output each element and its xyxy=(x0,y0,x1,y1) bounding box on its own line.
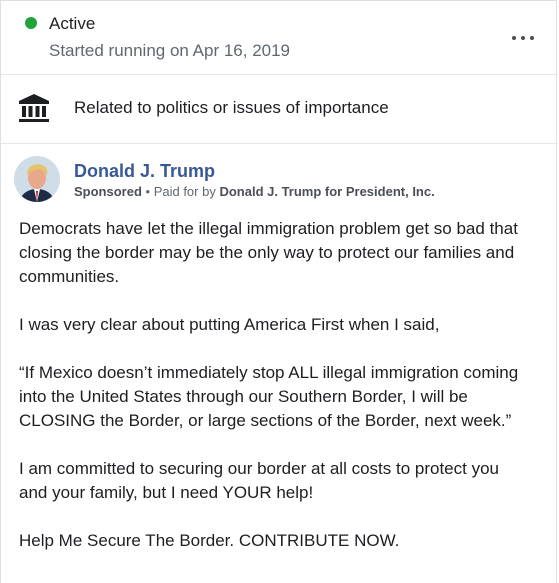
bank-building-icon xyxy=(19,94,49,122)
ad-category-label: Related to politics or issues of importa… xyxy=(74,98,389,117)
payer-name: Donald J. Trump for President, Inc. xyxy=(219,184,435,199)
advertiser-avatar[interactable] xyxy=(14,156,60,202)
ad-body-text: Democrats have let the illegal immigrati… xyxy=(19,217,554,553)
ad-body-line: into the United States through our South… xyxy=(19,387,468,406)
ad-body-line: Democrats have let the illegal immigrati… xyxy=(19,219,518,238)
advertiser-name-link[interactable]: Donald J. Trump xyxy=(74,161,215,182)
paid-for-prefix: Paid for by xyxy=(153,184,220,199)
sponsor-line: Sponsored • Paid for by Donald J. Trump … xyxy=(74,184,435,199)
ad-status-section: Active Started running on Apr 16, 2019 xyxy=(1,1,558,75)
ad-body-line: Help Me Secure The Border. CONTRIBUTE NO… xyxy=(19,531,400,550)
more-options-icon[interactable] xyxy=(512,30,534,46)
separator-dot: • xyxy=(141,184,154,199)
more-dot xyxy=(530,36,534,40)
advertiser-profile-photo xyxy=(14,156,60,202)
ad-body-line: I am committed to securing our border at… xyxy=(19,459,499,478)
ad-body-line: communities. xyxy=(19,267,120,286)
ad-body-line: and your family, but I need YOUR help! xyxy=(19,483,314,502)
more-dot xyxy=(512,36,516,40)
ad-body-line: I was very clear about putting America F… xyxy=(19,315,440,334)
sponsored-label: Sponsored xyxy=(74,184,142,199)
status-label: Active xyxy=(49,14,96,33)
active-status-dot-icon xyxy=(25,17,37,29)
ad-body-line: “If Mexico doesn’t immediately stop ALL … xyxy=(19,363,519,382)
ad-card: Active Started running on Apr 16, 2019 R… xyxy=(0,0,558,583)
ad-body-line: CLOSING the Border, or large sections of… xyxy=(19,411,512,430)
started-running-date: Started running on Apr 16, 2019 xyxy=(49,41,291,60)
more-dot xyxy=(521,36,525,40)
ad-body-line: closing the border may be the only way t… xyxy=(19,243,515,262)
